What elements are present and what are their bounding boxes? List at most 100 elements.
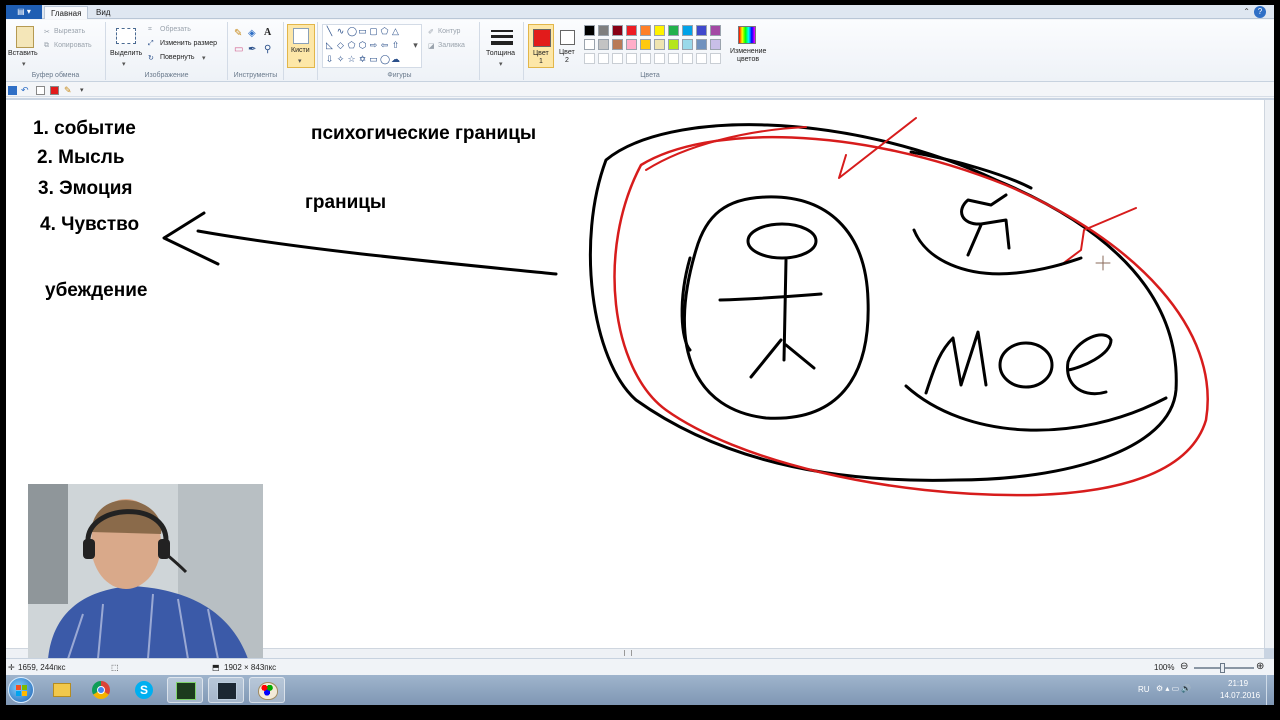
help-icon[interactable]: ? <box>1254 6 1266 18</box>
palette-swatch[interactable] <box>696 39 707 50</box>
brush-qat-icon[interactable]: ✎ <box>64 86 73 95</box>
taskbar-paint[interactable] <box>249 677 285 703</box>
right-triangle-shape-icon[interactable]: ◺ <box>325 41 334 50</box>
custom-color-slot[interactable] <box>710 53 721 64</box>
rectangle-shape-icon[interactable]: ▭ <box>358 27 367 36</box>
outline-button[interactable]: Контур <box>438 28 460 35</box>
zoom-slider-thumb[interactable] <box>1220 663 1225 673</box>
palette-swatch[interactable] <box>612 25 623 36</box>
palette-swatch[interactable] <box>598 25 609 36</box>
shapes-gallery[interactable]: ╲ ∿ ◯ ▭ ▢ ⬠ △ ◺ ◇ ⬠ ⬡ ⇨ ⇦ ⇧ ⇩ ✧ ☆ ✡ ▭ ◯ <box>322 24 422 68</box>
taskbar-app-green[interactable] <box>167 677 203 703</box>
select-dropdown-icon[interactable]: ▾ <box>122 60 126 68</box>
scroll-grip-icon[interactable] <box>624 650 632 656</box>
line-shape-icon[interactable]: ╲ <box>325 27 334 36</box>
color-picker-icon[interactable]: ✒ <box>248 44 256 55</box>
zoom-out-icon[interactable]: ⊖ <box>1180 661 1188 672</box>
pentagon-shape-icon[interactable]: ⬠ <box>347 41 356 50</box>
custom-color-slot[interactable] <box>612 53 623 64</box>
crop-button[interactable]: Обрезать <box>160 26 191 33</box>
customize-qat-icon[interactable]: ▾ <box>80 86 89 95</box>
clock-time[interactable]: 21:19 <box>1228 679 1248 688</box>
edit-colors-line2[interactable]: цветов <box>737 56 759 63</box>
custom-color-slot[interactable] <box>654 53 665 64</box>
star4-shape-icon[interactable]: ✧ <box>336 55 345 64</box>
edit-colors-line1[interactable]: Изменение <box>730 48 766 55</box>
resize-button[interactable]: Изменить размер <box>160 40 217 47</box>
paste-dropdown-icon[interactable]: ▾ <box>22 60 26 68</box>
pencil-icon[interactable]: ✎ <box>234 28 242 39</box>
show-desktop-button[interactable] <box>1266 675 1274 705</box>
eraser-icon[interactable]: ▭ <box>234 44 243 55</box>
file-menu-button[interactable]: ▤ ▾ <box>6 5 42 19</box>
arrow-left-shape-icon[interactable]: ⇦ <box>380 41 389 50</box>
palette-swatch[interactable] <box>626 25 637 36</box>
palette-swatch[interactable] <box>598 39 609 50</box>
tab-home[interactable]: Главная <box>44 6 89 19</box>
tray-icons[interactable]: ⚙ ▴ ▭ 🔊 <box>1156 684 1191 693</box>
fill-button[interactable]: Заливка <box>438 42 465 49</box>
cut-button[interactable]: Вырезать <box>54 28 85 35</box>
polygon-shape-icon[interactable]: ⬠ <box>380 27 389 36</box>
palette-swatch[interactable] <box>682 25 693 36</box>
diamond-shape-icon[interactable]: ◇ <box>336 41 345 50</box>
palette-swatch[interactable] <box>682 39 693 50</box>
custom-color-slot[interactable] <box>640 53 651 64</box>
zoom-slider[interactable] <box>1194 663 1254 673</box>
paste-button[interactable]: Вставить <box>8 50 38 57</box>
palette-swatch[interactable] <box>612 39 623 50</box>
callout-rect-shape-icon[interactable]: ▭ <box>369 55 378 64</box>
hexagon-shape-icon[interactable]: ⬡ <box>358 41 367 50</box>
taskbar-chrome[interactable] <box>83 677 119 703</box>
fill-icon[interactable]: ◈ <box>248 28 256 39</box>
palette-swatch[interactable] <box>710 25 721 36</box>
star6-shape-icon[interactable]: ✡ <box>358 55 367 64</box>
custom-color-slot[interactable] <box>682 53 693 64</box>
palette-swatch[interactable] <box>584 25 595 36</box>
custom-color-slot[interactable] <box>626 53 637 64</box>
color-qat-icon[interactable] <box>50 86 59 95</box>
palette-swatch[interactable] <box>696 25 707 36</box>
palette-swatch[interactable] <box>626 39 637 50</box>
color2-button[interactable]: Цвет 2 <box>556 24 580 68</box>
rounded-rect-shape-icon[interactable]: ▢ <box>369 27 378 36</box>
taskbar-recorder[interactable] <box>208 677 244 703</box>
magnifier-icon[interactable]: ⚲ <box>264 44 271 55</box>
arrow-down-shape-icon[interactable]: ⇩ <box>325 55 334 64</box>
arrow-right-shape-icon[interactable]: ⇨ <box>369 41 378 50</box>
vertical-scrollbar[interactable] <box>1264 100 1274 648</box>
select-icon[interactable] <box>116 28 136 44</box>
color1-button[interactable]: Цвет 1 <box>528 24 554 68</box>
curve-shape-icon[interactable]: ∿ <box>336 27 345 36</box>
palette-swatch[interactable] <box>640 39 651 50</box>
paste-icon[interactable] <box>16 26 34 48</box>
arrow-up-shape-icon[interactable]: ⇧ <box>391 41 400 50</box>
tab-view[interactable]: Вид <box>90 6 116 19</box>
palette-swatch[interactable] <box>640 25 651 36</box>
palette-swatch[interactable] <box>654 39 665 50</box>
undo-icon[interactable]: ↶ <box>21 86 30 95</box>
start-button[interactable] <box>8 677 34 703</box>
star5-shape-icon[interactable]: ☆ <box>347 55 356 64</box>
palette-swatch[interactable] <box>654 25 665 36</box>
custom-color-slot[interactable] <box>598 53 609 64</box>
palette-swatch[interactable] <box>710 39 721 50</box>
new-icon[interactable] <box>36 86 45 95</box>
triangle-shape-icon[interactable]: △ <box>391 27 400 36</box>
text-icon[interactable]: A <box>264 27 271 38</box>
edit-colors-icon[interactable] <box>738 26 756 44</box>
palette-swatch[interactable] <box>668 39 679 50</box>
select-button[interactable]: Выделить <box>110 50 142 57</box>
save-icon[interactable] <box>8 86 17 95</box>
callout-oval-shape-icon[interactable]: ◯ <box>380 55 390 64</box>
zoom-in-icon[interactable]: ⊕ <box>1256 661 1264 672</box>
size-button[interactable]: Толщина <box>486 50 515 57</box>
shapes-scroll-icon[interactable]: ▾ <box>411 41 420 50</box>
size-dropdown-icon[interactable]: ▾ <box>499 60 503 68</box>
clock-date[interactable]: 14.07.2016 <box>1220 691 1260 700</box>
rotate-dropdown-icon[interactable]: ▾ <box>202 54 206 62</box>
callout-cloud-shape-icon[interactable]: ☁ <box>391 55 400 64</box>
brushes-button[interactable]: Кисти ▾ <box>287 24 315 68</box>
custom-color-slot[interactable] <box>584 53 595 64</box>
taskbar-skype[interactable]: S <box>126 677 162 703</box>
